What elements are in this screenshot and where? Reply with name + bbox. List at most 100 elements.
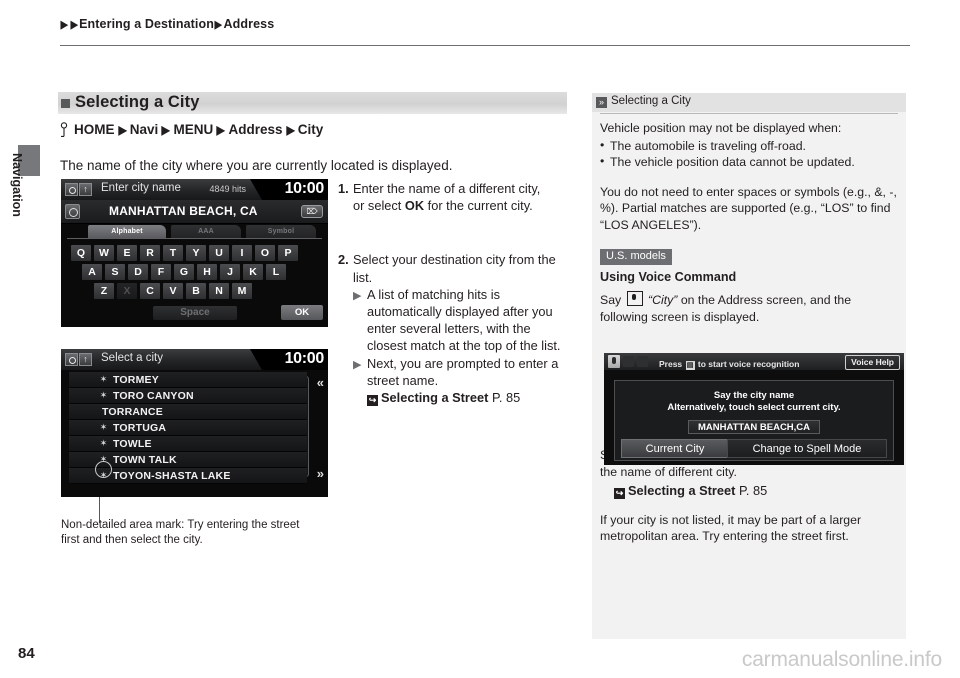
key-m[interactable]: M — [232, 283, 252, 299]
instruction-steps: 1. Enter the name of a different city, o… — [338, 180, 570, 407]
screen2-header-icons: ↑ — [65, 353, 92, 366]
key-x: X — [117, 283, 137, 299]
step-2-sub-2: ▶ Next, you are prompted to enter a stre… — [338, 355, 570, 389]
tab-alphabet[interactable]: Alphabet — [88, 225, 166, 238]
note-subheading-voice: Using Voice Command — [600, 269, 737, 284]
path-arrow-4: ▶ — [285, 123, 295, 137]
screen1-title: Enter city name — [101, 182, 181, 194]
key-t[interactable]: T — [163, 245, 183, 261]
voice-press-pre: Press — [659, 359, 685, 369]
map-circle-icon[interactable] — [65, 183, 78, 196]
key-h[interactable]: H — [197, 264, 217, 280]
side-note-chevron-icon: » — [596, 97, 607, 108]
key-j[interactable]: J — [220, 264, 240, 280]
side-note-panel: » Selecting a City Vehicle position may … — [592, 93, 906, 639]
screen1-clock: 10:00 — [284, 180, 325, 197]
path-item-menu: MENU — [173, 122, 214, 137]
note-bullet-1: The automobile is traveling off-road. — [600, 137, 898, 155]
side-note-divider — [600, 113, 898, 114]
keyboard-tab-divider — [67, 238, 322, 239]
note-bullet-2: The vehicle position data cannot be upda… — [600, 153, 898, 171]
sidebar-tab-label: Navigation — [10, 153, 24, 217]
voice-dialog-panel: Say the city name Alternatively, touch s… — [614, 380, 894, 461]
voice-prompt-line-2: Alternatively, touch select current city… — [667, 402, 841, 413]
map-circle-icon[interactable] — [65, 353, 78, 366]
note-reference[interactable]: ↪ Selecting a Street P. 85 — [600, 482, 898, 499]
breadcrumb-arrow-1: ▶ — [60, 19, 68, 31]
city-list-item[interactable]: TORRANCE — [69, 404, 307, 420]
step-2: 2. Select your destination city from the… — [338, 251, 570, 407]
non-detailed-area-mark-icon: ✶ — [99, 438, 108, 448]
page-number: 84 — [18, 645, 35, 662]
current-city-button[interactable]: Current City — [621, 439, 729, 458]
language-globe-icon[interactable] — [65, 204, 80, 219]
city-list-item[interactable]: ✶ TORTUGA — [69, 420, 307, 436]
city-list-item[interactable]: ✶ TORMEY — [69, 372, 307, 388]
key-i[interactable]: I — [232, 245, 252, 261]
cross-reference-icon: ↪ — [614, 487, 625, 499]
key-e[interactable]: E — [117, 245, 137, 261]
change-to-spell-mode-button[interactable]: Change to Spell Mode — [727, 439, 887, 458]
tab-aaa[interactable]: AAA — [171, 225, 241, 238]
key-r[interactable]: R — [140, 245, 160, 261]
breadcrumb-item-destination: Entering a Destination — [79, 17, 214, 31]
keyboard-row-2: ASDFGHJKL — [82, 264, 286, 280]
key-k[interactable]: K — [243, 264, 263, 280]
step-2-sub-1-text: A list of matching hits is automatically… — [367, 286, 561, 354]
callout-caption: Non-detailed area mark: Try entering the… — [61, 519, 300, 546]
reference-title[interactable]: Selecting a Street — [381, 390, 488, 405]
scroll-up-icon[interactable]: « — [317, 376, 324, 389]
step-1-ok-label: OK — [404, 198, 425, 214]
key-a[interactable]: A — [82, 264, 102, 280]
key-g[interactable]: G — [174, 264, 194, 280]
city-name-input-value[interactable]: MANHATTAN BEACH, CA — [109, 204, 258, 218]
note-say-city: “City” — [648, 293, 678, 308]
key-w[interactable]: W — [94, 245, 114, 261]
ok-button[interactable]: OK — [281, 305, 323, 320]
backspace-delete-icon[interactable]: ⌦ — [301, 205, 323, 218]
screenshot-voice-recognition: Press ▤ to start voice recognition Voice… — [604, 353, 904, 465]
key-f[interactable]: F — [151, 264, 171, 280]
city-list[interactable]: « » ✶ TORMEY ✶ TORO CANYON TORRANCE ✶ TORTUGA ✶… — [61, 372, 328, 497]
key-z[interactable]: Z — [94, 283, 114, 299]
screen1-header-icons: ↑ — [65, 183, 92, 196]
space-key[interactable]: Space — [153, 306, 237, 320]
voice-current-city-value[interactable]: MANHATTAN BEACH,CA — [688, 420, 820, 434]
reference-title[interactable]: Selecting a Street — [628, 483, 735, 498]
key-o[interactable]: O — [255, 245, 275, 261]
non-detailed-area-mark-icon: ✶ — [99, 422, 108, 432]
key-n[interactable]: N — [209, 283, 229, 299]
talk-button-keycap-icon: ▤ — [685, 361, 695, 370]
key-b[interactable]: B — [186, 283, 206, 299]
callout-highlight-circle — [95, 461, 112, 478]
city-list-item[interactable]: ✶ TORO CANYON — [69, 388, 307, 404]
scroll-down-icon[interactable]: » — [317, 467, 324, 480]
screen2-clock-area: 10:00 — [262, 349, 328, 370]
city-list-item[interactable]: ✶ TOWLE — [69, 436, 307, 452]
voice-help-button[interactable]: Voice Help — [845, 355, 900, 370]
back-return-icon[interactable]: ↑ — [79, 353, 92, 366]
step-2-sub-2-text: Next, you are prompted to enter a street… — [367, 355, 559, 388]
back-return-icon[interactable]: ↑ — [79, 183, 92, 196]
key-p[interactable]: P — [278, 245, 298, 261]
key-u[interactable]: U — [209, 245, 229, 261]
screen2-clock-wedge — [250, 349, 262, 370]
key-v[interactable]: V — [163, 283, 183, 299]
path-item-address: Address — [228, 122, 283, 137]
key-l[interactable]: L — [266, 264, 286, 280]
key-q[interactable]: Q — [71, 245, 91, 261]
city-list-item-label: TOWN TALK — [113, 454, 177, 466]
key-y[interactable]: Y — [186, 245, 206, 261]
path-item-navi: Navi — [129, 122, 159, 137]
key-s[interactable]: S — [105, 264, 125, 280]
voice-mic-icon — [626, 291, 643, 307]
path-item-city: City — [297, 122, 324, 137]
step-2-sub-1: ▶ A list of matching hits is automatical… — [338, 286, 570, 355]
sub-bullet-arrow-icon: ▶ — [353, 358, 362, 371]
tab-symbol[interactable]: Symbol — [246, 225, 316, 238]
note-paragraph-4: If your city is not listed, it may be pa… — [600, 512, 862, 544]
key-c[interactable]: C — [140, 283, 160, 299]
step-2-reference[interactable]: ↪ Selecting a Street P. 85 — [338, 389, 570, 407]
key-d[interactable]: D — [128, 264, 148, 280]
city-list-item-label: TORRANCE — [102, 406, 163, 418]
